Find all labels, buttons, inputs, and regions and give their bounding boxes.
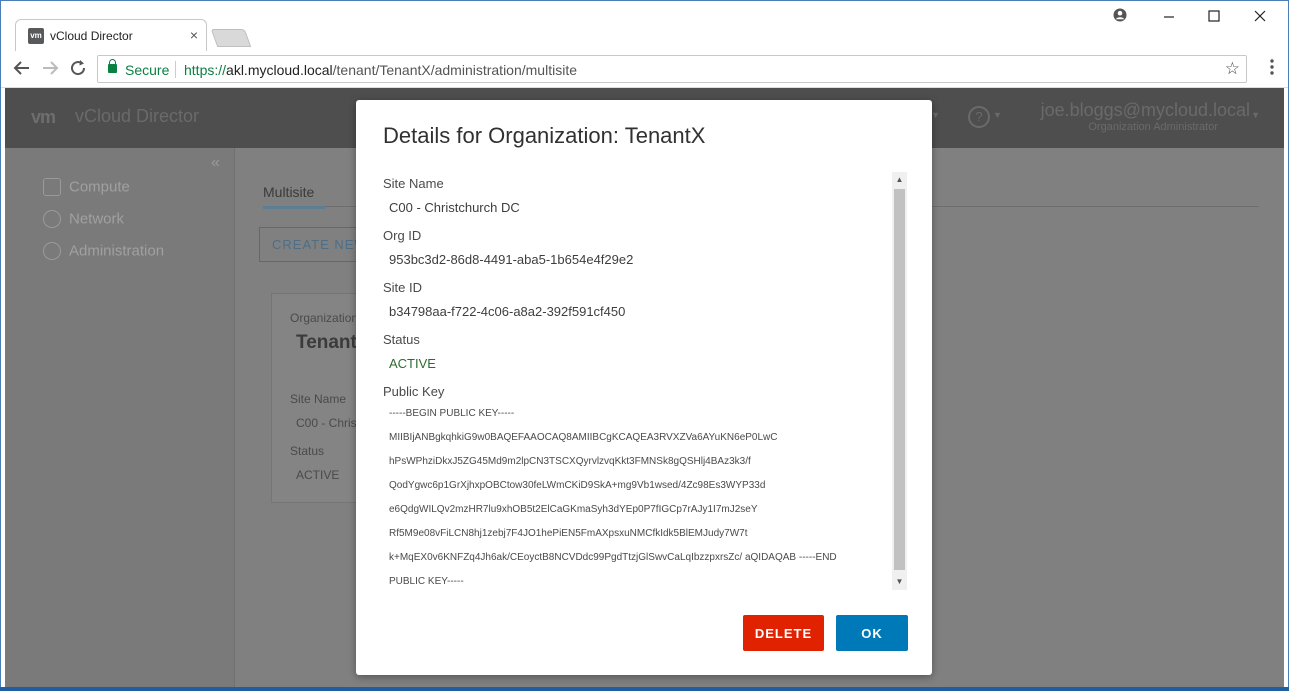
network-icon xyxy=(43,210,61,229)
sidebar-item-label: Compute xyxy=(69,178,130,196)
back-arrow-icon[interactable] xyxy=(13,59,31,80)
sidebar-item-compute[interactable]: Compute xyxy=(43,178,130,197)
user-name[interactable]: joe.bloggs@mycloud.local xyxy=(1041,100,1250,121)
public-key-line: k+MqEX0v6KNFZq4Jh6ak/CEoyctB8NCVDdc99Pgd… xyxy=(389,552,837,563)
ok-button[interactable]: OK xyxy=(836,615,908,651)
sidebar: « Compute Network Administration xyxy=(5,148,235,688)
tab-bar: vm vCloud Director × xyxy=(1,1,1288,51)
status-label: Status xyxy=(383,332,420,347)
reload-icon[interactable] xyxy=(69,59,87,80)
public-key-line: QodYgwc6p1GrXjhxpOBCtow30feLWmCKiD9SkA+m… xyxy=(389,480,766,491)
maximize-icon[interactable] xyxy=(1204,9,1224,27)
address-bar[interactable]: Secure https://akl.mycloud.local/tenant/… xyxy=(97,55,1247,83)
org-id-value: 953bc3d2-86d8-4491-aba5-1b654e4f29e2 xyxy=(389,252,634,267)
scroll-thumb[interactable] xyxy=(894,189,905,570)
site-name-label: Site Name xyxy=(383,176,444,191)
chevron-down-icon[interactable]: ▼ xyxy=(993,110,1002,120)
card-site-label: Site Name xyxy=(290,392,347,406)
sidebar-item-label: Network xyxy=(69,210,125,228)
url-text: https://akl.mycloud.local/tenant/TenantX… xyxy=(184,62,577,78)
vm-logo: vm xyxy=(31,107,56,127)
site-name-value: C00 - Christchurch DC xyxy=(389,200,520,215)
address-separator xyxy=(175,61,176,78)
kebab-menu-icon[interactable] xyxy=(1270,59,1274,78)
browser-window: vm vCloud Director × Secure https://akl.… xyxy=(0,0,1289,691)
browser-tab[interactable]: vm vCloud Director × xyxy=(15,19,207,51)
browser-toolbar: Secure https://akl.mycloud.local/tenant/… xyxy=(1,51,1288,88)
user-role: Organization Administrator xyxy=(1088,121,1218,133)
scroll-up-icon[interactable]: ▲ xyxy=(892,172,907,188)
app-title: vCloud Director xyxy=(75,106,200,126)
status-value: ACTIVE xyxy=(389,356,436,371)
public-key-line: -----BEGIN PUBLIC KEY----- xyxy=(389,408,515,419)
card-status-value: ACTIVE xyxy=(296,468,340,482)
public-key-label: Public Key xyxy=(383,384,445,399)
tab-title: vCloud Director xyxy=(50,29,133,43)
close-window-icon[interactable] xyxy=(1250,9,1270,27)
scroll-down-icon[interactable]: ▼ xyxy=(892,574,907,590)
site-id-label: Site ID xyxy=(383,280,423,295)
compute-icon xyxy=(43,178,61,197)
delete-button[interactable]: DELETE xyxy=(743,615,824,651)
url-host: akl.mycloud.local xyxy=(226,62,333,78)
modal-body[interactable]: Site Name C00 - Christchurch DC Org ID 9… xyxy=(383,172,907,592)
url-path: /tenant/TenantX/administration/multisite xyxy=(332,62,577,78)
org-id-label: Org ID xyxy=(383,228,422,243)
gear-icon xyxy=(43,242,61,261)
forward-arrow-icon[interactable] xyxy=(41,59,59,80)
secure-label: Secure xyxy=(125,62,170,78)
chevron-down-icon[interactable]: ▼ xyxy=(1251,110,1260,120)
sidebar-item-administration[interactable]: Administration xyxy=(43,242,165,261)
create-new-button[interactable]: CREATE NEW xyxy=(259,227,369,262)
vm-favicon-icon: vm xyxy=(28,28,44,44)
public-key-line: e6QdgWILQv2mzHR7lu9xhOB5t2ElCaGKmaSyh3dY… xyxy=(389,504,758,515)
star-icon[interactable]: ☆ xyxy=(1225,59,1240,79)
card-status-label: Status xyxy=(290,444,325,458)
public-key-line: MIIBIjANBgkqhkiG9w0BAQEFAAOCAQ8AMIIBCgKC… xyxy=(389,432,778,443)
public-key-line: Rf5M9e08vFiLCN8hj1zebj7F4JO1hePiEN5FmAXp… xyxy=(389,528,748,539)
collapse-sidebar-icon[interactable]: « xyxy=(211,154,220,172)
card-org-label: Organization xyxy=(290,311,359,325)
site-id-value: b34798aa-f722-4c06-a8a2-392f591cf450 xyxy=(389,304,626,319)
public-key-line: PUBLIC KEY----- xyxy=(389,576,464,587)
close-tab-icon[interactable]: × xyxy=(190,28,198,42)
public-key-line: hPsWPhziDkxJ5ZG45Md9m2lpCN3TSCXQyrvlzvqK… xyxy=(389,456,751,467)
sidebar-item-label: Administration xyxy=(69,242,165,260)
desktop-taskbar-edge xyxy=(0,687,1289,691)
sidebar-item-network[interactable]: Network xyxy=(43,210,125,229)
modal-scrollbar[interactable]: ▲ ▼ xyxy=(892,172,907,590)
organization-details-modal: Details for Organization: TenantX Site N… xyxy=(356,100,932,675)
minimize-icon[interactable] xyxy=(1159,9,1179,27)
new-tab-button[interactable] xyxy=(210,29,252,47)
url-scheme: https:// xyxy=(184,62,227,78)
chevron-down-icon[interactable]: ▼ xyxy=(931,110,940,120)
tab-multisite[interactable]: Multisite xyxy=(263,184,325,209)
help-icon[interactable]: ? xyxy=(968,106,990,128)
profile-icon[interactable] xyxy=(1110,8,1130,27)
lock-icon xyxy=(108,59,117,73)
modal-title: Details for Organization: TenantX xyxy=(383,123,706,148)
